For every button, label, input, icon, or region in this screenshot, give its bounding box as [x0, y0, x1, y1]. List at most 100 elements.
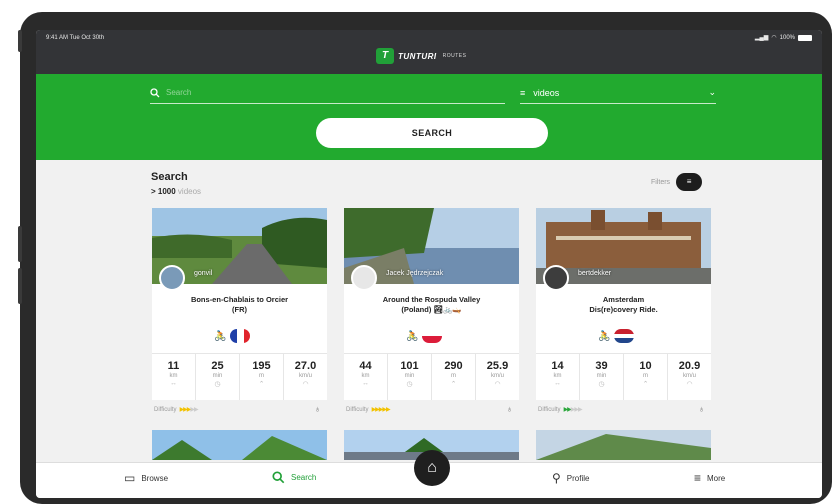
avatar: [543, 265, 569, 291]
stat-distance: 44 km ↔: [344, 354, 388, 400]
route-title-line2-text: (Poland): [401, 305, 432, 314]
speed-icon: ◠: [494, 381, 501, 388]
difficulty-indicator: ▶▶▶▶▶: [563, 407, 583, 413]
avatar: [159, 265, 185, 291]
tab-more[interactable]: ≡ More: [694, 471, 725, 485]
side-button: [18, 30, 22, 52]
award-icon[interactable]: ♁: [698, 404, 705, 414]
clock-icon: ◷: [214, 381, 221, 388]
stat-speed: 20.9 km/u ◠: [668, 354, 711, 400]
status-time: 9:41 AM Tue Oct 30th: [46, 35, 105, 41]
bicycle-icon: 🚴: [214, 330, 227, 342]
battery-icon: [798, 34, 812, 41]
route-title-line1: Amsterdam: [602, 295, 645, 304]
home-icon: ⌂: [427, 459, 437, 476]
difficulty-label: Difficulty: [154, 406, 177, 413]
clock-icon: ◷: [598, 381, 605, 388]
bicycle-icon: 🚴: [598, 330, 611, 342]
france-flag-icon: [230, 329, 251, 343]
route-title-line1: Around the Rospuda Valley: [382, 295, 481, 304]
stat-duration: 101 min ◷: [388, 354, 432, 400]
route-badges: 🚴: [214, 329, 251, 343]
app-logo: T TUNTURI ROUTES: [376, 48, 466, 64]
elevation-icon: ⌃: [258, 381, 265, 388]
route-stats: 14 km ↔ 39 min ◷ 10 m ⌃ 20.9 km/u ◠: [536, 353, 711, 400]
route-title: Around the Rospuda Valley (Poland) 🏞🚲🛶: [352, 295, 511, 315]
results-count-suffix: videos: [175, 187, 202, 196]
home-button[interactable]: ⌂: [414, 450, 450, 486]
distance-icon: ↔: [362, 380, 369, 387]
route-author: gonvil: [194, 270, 213, 277]
video-type-dropdown[interactable]: ≡ videos ⌄: [520, 82, 716, 104]
route-title: Amsterdam Dis(re)covery Ride.: [544, 295, 703, 315]
tunturi-logo-icon: T: [376, 48, 394, 64]
stat-distance: 11 km ↔: [152, 354, 196, 400]
difficulty-indicator: ▶▶▶▶▶: [371, 407, 391, 413]
route-thumbnail[interactable]: [152, 430, 327, 460]
route-card-body: bertdekker Amsterdam Dis(re)covery Ride.…: [536, 208, 711, 400]
award-icon[interactable]: ♁: [506, 404, 513, 414]
filter-icon[interactable]: ≡: [676, 173, 703, 191]
search-input[interactable]: [166, 88, 486, 97]
tab-more-label: More: [707, 473, 726, 483]
dropdown-value: videos: [533, 87, 560, 98]
elevation-icon: ⌃: [642, 381, 649, 388]
tab-profile[interactable]: ⚲ Profile: [552, 471, 589, 485]
search-icon: [150, 87, 160, 97]
filters-control[interactable]: Filters ≡: [651, 173, 703, 191]
netherlands-flag-icon: [614, 329, 635, 343]
speed-icon: ◠: [302, 381, 309, 388]
route-title-line2: (Poland) 🏞🚲🛶: [352, 305, 511, 315]
difficulty-row: Difficulty ▶▶▶▶▶: [154, 406, 199, 414]
difficulty-label: Difficulty: [346, 406, 369, 413]
results-count-number: > 1000: [151, 187, 176, 196]
route-card[interactable]: Jacek Jędrzejczak Around the Rospuda Val…: [344, 208, 519, 418]
search-panel: ≡ videos ⌄ SEARCH: [36, 74, 822, 160]
route-stats: 44 km ↔ 101 min ◷ 290 m ⌃ 25.9 km/u ◠: [344, 353, 519, 400]
bicycle-icon: 🚴: [406, 330, 419, 342]
tab-browse-label: Browse: [141, 473, 169, 483]
route-thumbnail[interactable]: [536, 430, 711, 460]
filters-label: Filters: [651, 178, 671, 186]
tab-search[interactable]: Search: [272, 471, 316, 484]
menu-icon: ≡: [694, 471, 702, 485]
route-author: bertdekker: [578, 270, 612, 277]
emoji-icons: 🏞🚲🛶: [433, 305, 462, 314]
route-card[interactable]: bertdekker Amsterdam Dis(re)covery Ride.…: [536, 208, 711, 418]
results-count: > 1000 videos: [151, 187, 201, 196]
stat-distance: 14 km ↔: [536, 354, 580, 400]
difficulty-row: Difficulty ▶▶▶▶▶: [346, 406, 391, 414]
avatar: [351, 265, 377, 291]
results-title: Search: [151, 171, 188, 183]
elevation-icon: ⌃: [450, 381, 457, 388]
stat-duration: 25 min ◷: [196, 354, 240, 400]
logo-subtext: ROUTES: [442, 53, 467, 59]
route-card-body: gonvil Bons-en-Chablais to Orcier (FR) 🚴…: [152, 208, 327, 400]
volume-up-button: [18, 226, 22, 262]
stat-duration: 39 min ◷: [580, 354, 624, 400]
sort-lines-icon: ≡: [520, 87, 526, 98]
tab-browse[interactable]: ▭ Browse: [124, 471, 168, 485]
stat-speed: 27.0 km/u ◠: [284, 354, 327, 400]
distance-icon: ↔: [554, 380, 561, 387]
stat-elevation: 10 m ⌃: [624, 354, 668, 400]
search-button[interactable]: SEARCH: [316, 118, 548, 148]
app-screen: 9:41 AM Tue Oct 30th ▂▄▆ ◠ 100% T TUNTUR…: [36, 30, 822, 498]
route-title: Bons-en-Chablais to Orcier (FR): [160, 295, 319, 315]
award-icon[interactable]: ♁: [314, 404, 321, 414]
distance-icon: ↔: [170, 380, 177, 387]
search-field[interactable]: [150, 82, 505, 104]
battery-percent: 100%: [779, 34, 795, 41]
tab-search-label: Search: [291, 473, 317, 482]
signal-icon: ▂▄▆: [754, 35, 769, 41]
route-author: Jacek Jędrzejczak: [386, 270, 444, 277]
poland-flag-icon: [422, 329, 443, 343]
volume-down-button: [18, 268, 22, 304]
difficulty-row: Difficulty ▶▶▶▶▶: [538, 406, 583, 414]
route-card[interactable]: gonvil Bons-en-Chablais to Orcier (FR) 🚴…: [152, 208, 327, 418]
search-icon: [272, 471, 285, 484]
route-card-body: Jacek Jędrzejczak Around the Rospuda Val…: [344, 208, 519, 400]
difficulty-label: Difficulty: [538, 406, 561, 413]
top-bar: 9:41 AM Tue Oct 30th ▂▄▆ ◠ 100% T TUNTUR…: [36, 30, 822, 74]
stat-speed: 25.9 km/u ◠: [476, 354, 519, 400]
